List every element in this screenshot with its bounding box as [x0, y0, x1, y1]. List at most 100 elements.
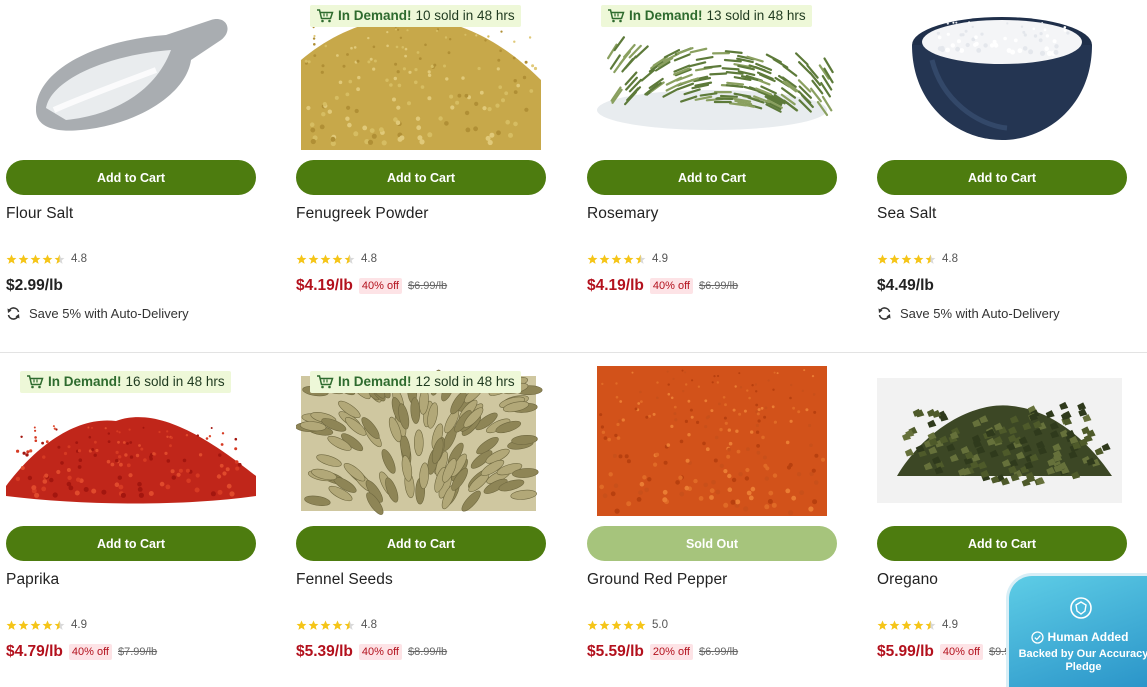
auto-delivery-note[interactable]: Save 5% with Auto-Delivery: [877, 306, 1060, 321]
add-to-cart-button[interactable]: Add to Cart: [877, 526, 1127, 561]
star-icon: [901, 620, 912, 630]
add-to-cart-button[interactable]: Add to Cart: [6, 160, 256, 195]
red-pepper-powder-image: [597, 366, 827, 516]
star-rating-icons: [877, 254, 936, 265]
cart-icon: [608, 8, 625, 22]
original-price: $6.99/lb: [698, 646, 739, 658]
product-rating[interactable]: 4.8: [296, 253, 377, 265]
product-title[interactable]: Ground Red Pepper: [587, 571, 727, 589]
original-price: $6.99/lb: [698, 280, 739, 292]
star-icon: [332, 254, 343, 264]
star-icon: [889, 620, 900, 630]
accuracy-pledge-badge[interactable]: Human Added Backed by Our Accuracy Pledg…: [1006, 573, 1147, 687]
add-to-cart-button[interactable]: Add to Cart: [296, 526, 546, 561]
pledge-subtitle: Backed by Our Accuracy Pledge: [1018, 648, 1147, 673]
product-card: Sold Out Ground Red Pepper 5.0 $5.59/lb 20%…: [587, 353, 847, 687]
product-title[interactable]: Fennel Seeds: [296, 571, 393, 589]
add-to-cart-button[interactable]: Add to Cart: [587, 160, 837, 195]
star-icon: [18, 254, 29, 264]
product-card: In Demand! 16 sold in 48 hrs Add to Cart Pa…: [6, 353, 266, 687]
rating-value: 4.9: [652, 253, 668, 265]
product-image[interactable]: [587, 366, 837, 516]
star-icon: [925, 620, 936, 630]
star-icon: [344, 254, 355, 264]
star-icon: [332, 620, 343, 630]
product-rating[interactable]: 4.8: [877, 253, 958, 265]
star-icon: [296, 620, 307, 630]
in-demand-count: 12 sold in 48 hrs: [415, 374, 515, 389]
auto-delivery-note[interactable]: Save 5% with Auto-Delivery: [6, 306, 189, 321]
product-rating[interactable]: 4.9: [877, 619, 958, 631]
star-rating-icons: [296, 254, 355, 265]
in-demand-count: 16 sold in 48 hrs: [125, 374, 225, 389]
price: $5.39/lb: [296, 643, 353, 660]
auto-delivery-text: Save 5% with Auto-Delivery: [900, 306, 1060, 321]
product-rating[interactable]: 5.0: [587, 619, 668, 631]
in-demand-label: In Demand!: [629, 8, 703, 23]
product-rating[interactable]: 4.8: [6, 253, 87, 265]
rating-value: 4.8: [71, 253, 87, 265]
price-line: $4.19/lb 40% off $6.99/lb: [587, 277, 738, 295]
pledge-title: Human Added: [1047, 630, 1129, 644]
flour-salt-scoop-image: [36, 19, 228, 131]
product-card: In Demand! 12 sold in 48 hrs Add to Cart Fe…: [296, 353, 556, 687]
discount-badge: 40% off: [358, 644, 402, 660]
product-title[interactable]: Rosemary: [587, 205, 658, 223]
refresh-icon: [878, 307, 891, 320]
price: $4.79/lb: [6, 643, 63, 660]
star-icon: [587, 254, 598, 264]
price: $5.99/lb: [877, 643, 934, 660]
star-icon: [42, 254, 53, 264]
product-image[interactable]: [6, 0, 256, 150]
star-rating-icons: [6, 254, 65, 265]
product-image[interactable]: [877, 0, 1127, 150]
product-image[interactable]: [877, 366, 1127, 516]
in-demand-label: In Demand!: [338, 374, 412, 389]
sold-out-button: Sold Out: [587, 526, 837, 561]
original-price: $8.99/lb: [407, 646, 448, 658]
star-icon: [623, 620, 634, 630]
star-icon: [913, 254, 924, 264]
discount-badge: 40% off: [939, 644, 983, 660]
product-title[interactable]: Sea Salt: [877, 205, 936, 223]
product-title[interactable]: Oregano: [877, 571, 938, 589]
product-title[interactable]: Fenugreek Powder: [296, 205, 429, 223]
star-icon: [623, 254, 634, 264]
rating-value: 4.8: [942, 253, 958, 265]
price-line: $5.59/lb 20% off $6.99/lb: [587, 643, 738, 661]
cart-icon: [27, 374, 44, 388]
star-icon: [913, 620, 924, 630]
price-line: $5.39/lb 40% off $8.99/lb: [296, 643, 447, 661]
in-demand-count: 10 sold in 48 hrs: [415, 8, 515, 23]
price-line: $4.19/lb 40% off $6.99/lb: [296, 277, 447, 295]
product-rating[interactable]: 4.8: [296, 619, 377, 631]
star-rating-icons: [6, 620, 65, 631]
star-icon: [599, 254, 610, 264]
product-title[interactable]: Paprika: [6, 571, 59, 589]
star-icon: [30, 254, 41, 264]
price: $4.19/lb: [296, 277, 353, 294]
star-icon: [308, 254, 319, 264]
product-rating[interactable]: 4.9: [587, 253, 668, 265]
original-price: $6.99/lb: [407, 280, 448, 292]
price-line: $4.79/lb 40% off $7.99/lb: [6, 643, 157, 661]
product-title[interactable]: Flour Salt: [6, 205, 73, 223]
star-icon: [54, 254, 65, 264]
add-to-cart-button[interactable]: Add to Cart: [296, 160, 546, 195]
star-icon: [54, 620, 65, 630]
auto-delivery-text: Save 5% with Auto-Delivery: [29, 306, 189, 321]
star-icon: [925, 254, 936, 264]
in-demand-count: 13 sold in 48 hrs: [706, 8, 806, 23]
add-to-cart-button[interactable]: Add to Cart: [877, 160, 1127, 195]
product-card: In Demand! 10 sold in 48 hrs Add to Cart Fe…: [296, 0, 556, 343]
rating-value: 4.9: [71, 619, 87, 631]
star-icon: [42, 620, 53, 630]
add-to-cart-button[interactable]: Add to Cart: [6, 526, 256, 561]
star-icon: [344, 620, 355, 630]
star-icon: [599, 620, 610, 630]
discount-badge: 20% off: [649, 644, 693, 660]
star-icon: [6, 620, 17, 630]
product-rating[interactable]: 4.9: [6, 619, 87, 631]
refresh-icon: [7, 307, 20, 320]
star-icon: [308, 620, 319, 630]
